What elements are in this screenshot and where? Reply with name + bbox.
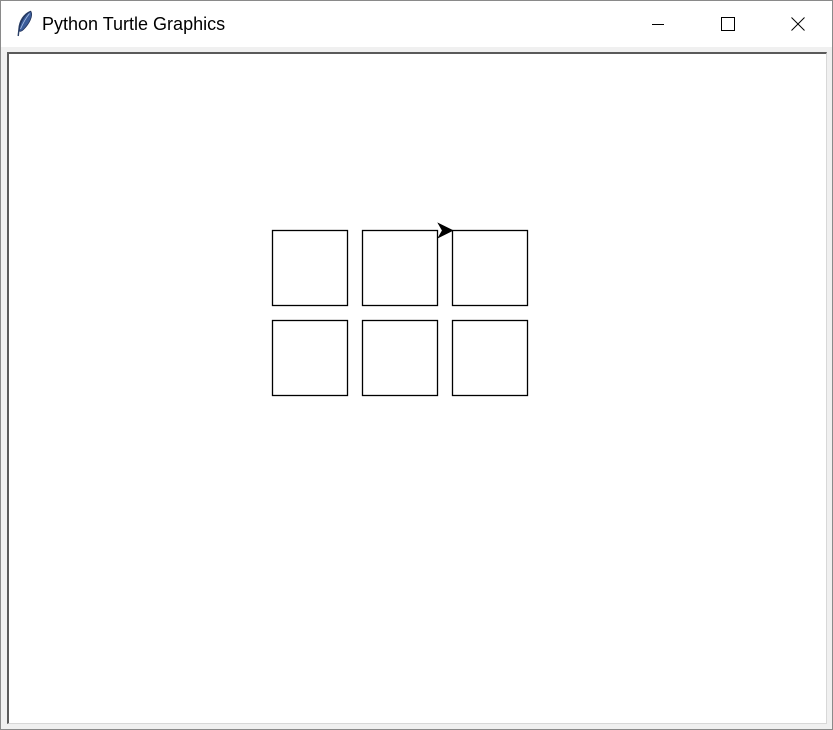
turtle-arrow-icon <box>437 222 454 239</box>
maximize-icon <box>721 17 735 31</box>
close-button[interactable] <box>763 1 833 47</box>
drawn-square-r1-c3 <box>451 229 529 307</box>
window-bottom-border <box>1 724 832 729</box>
minimize-icon <box>652 24 664 25</box>
window-title: Python Turtle Graphics <box>42 14 226 34</box>
turtle-window: Python Turtle Graphics <box>0 0 833 730</box>
close-icon <box>791 17 805 31</box>
title-bar[interactable]: Python Turtle Graphics <box>1 1 832 47</box>
drawn-square-r2-c1 <box>271 319 349 397</box>
drawing-layer <box>271 229 529 397</box>
turtle-cursor <box>437 222 454 239</box>
feather-icon <box>15 10 35 38</box>
drawn-square-r1-c1 <box>271 229 349 307</box>
minimize-button[interactable] <box>623 1 693 47</box>
maximize-button[interactable] <box>693 1 763 47</box>
drawn-square-r2-c2 <box>361 319 439 397</box>
drawn-square-r2-c3 <box>451 319 529 397</box>
turtle-canvas-frame[interactable] <box>7 52 827 724</box>
turtle-canvas[interactable] <box>9 54 826 723</box>
drawn-square-r1-c2 <box>361 229 439 307</box>
